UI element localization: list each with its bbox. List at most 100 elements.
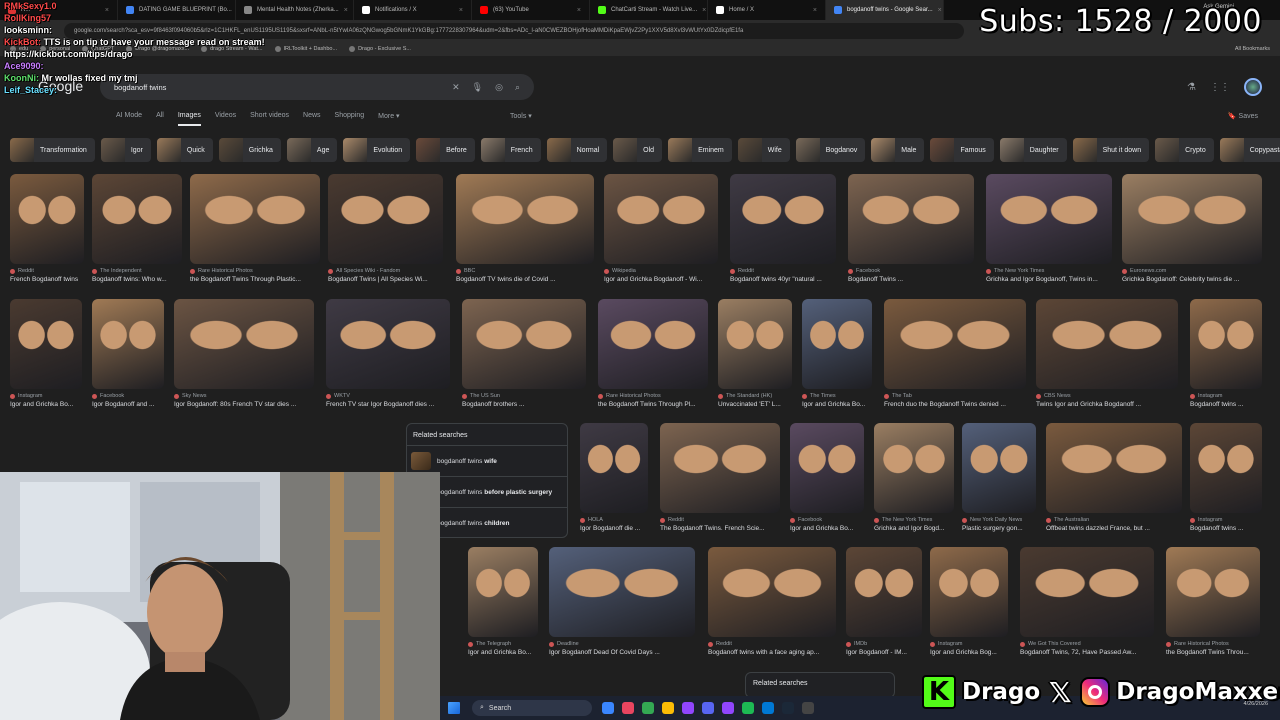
result-title[interactable]: Igor Bogdanoff: 80s French TV star dies … — [174, 401, 314, 408]
result-thumbnail[interactable] — [1046, 423, 1182, 513]
result-title[interactable]: Igor and Grichka Bo... — [468, 649, 538, 656]
result-title[interactable]: French TV star Igor Bogdanoff dies ... — [326, 401, 450, 408]
result-thumbnail[interactable] — [846, 547, 922, 637]
tab-videos[interactable]: Videos — [215, 112, 236, 126]
image-result[interactable]: Instagram Bogdanoff twins ... — [1190, 299, 1262, 408]
taskbar-search[interactable]: ⌕ Search — [472, 700, 592, 716]
image-result[interactable]: Rare Historical Photos the Bogdanoff Twin… — [598, 299, 708, 408]
result-thumbnail[interactable] — [718, 299, 792, 389]
result-title[interactable]: Bogdanoff twins with a face aging ap... — [708, 649, 836, 656]
tools-button[interactable]: Tools ▾ — [510, 112, 532, 120]
mic-icon[interactable]: 🎙 — [472, 82, 483, 93]
result-title[interactable]: Igor and Grichka Bogdanoff - Wi... — [604, 276, 718, 283]
result-title[interactable]: the Bogdanoff Twins Throu... — [1166, 649, 1260, 656]
image-result[interactable]: Facebook Bogdanoff Twins ... — [848, 174, 974, 283]
chip-old[interactable]: Old — [613, 138, 663, 162]
result-thumbnail[interactable] — [328, 174, 443, 264]
chip-grichka[interactable]: Grichka — [218, 138, 281, 162]
image-result[interactable]: CBS News Twins Igor and Grichka Bogdanoff… — [1036, 299, 1178, 408]
saves-button[interactable]: 🔖 Saves — [1228, 112, 1258, 120]
image-result[interactable]: Reddit French Bogdanoff twins — [10, 174, 84, 283]
result-title[interactable]: Grichka Bogdanoff: Celebrity twins die .… — [1122, 276, 1262, 283]
result-thumbnail[interactable] — [884, 299, 1026, 389]
taskbar-app-icon[interactable] — [662, 702, 674, 714]
chip-igor[interactable]: Igor — [100, 138, 151, 162]
result-thumbnail[interactable] — [1020, 547, 1154, 637]
tab-close-icon[interactable]: × — [813, 7, 817, 14]
result-thumbnail[interactable] — [962, 423, 1036, 513]
chip-daughter[interactable]: Daughter — [999, 138, 1067, 162]
bookmark-item[interactable]: Drago - Exclusive S... — [349, 46, 411, 52]
result-title[interactable]: French Bogdanoff twins — [10, 276, 84, 283]
image-result[interactable]: Wikipedia Igor and Grichka Bogdanoff - Wi… — [604, 174, 718, 283]
result-title[interactable]: Bogdanoff Twins, 72, Have Passed Aw... — [1020, 649, 1154, 656]
tab-more-[interactable]: More ▾ — [378, 112, 399, 126]
chip-copypasta[interactable]: Copypasta — [1219, 138, 1280, 162]
result-title[interactable]: Bogdanoff twins ... — [1190, 525, 1262, 532]
browser-tab[interactable]: (63) YouTube × — [472, 0, 590, 20]
image-result[interactable]: Facebook Igor Bogdanoff and ... — [92, 299, 164, 408]
browser-tab[interactable]: Notifications / X × — [354, 0, 472, 20]
search-icon[interactable]: ⌕ — [515, 82, 520, 93]
result-thumbnail[interactable] — [10, 299, 82, 389]
image-result[interactable]: HOLA Igor Bogdanoff die ... — [580, 423, 648, 532]
result-thumbnail[interactable] — [604, 174, 718, 264]
image-result[interactable]: New York Daily News Plastic surgery gon..… — [962, 423, 1036, 532]
browser-tab[interactable]: bogdanoff twins - Google Sear... × — [826, 0, 944, 20]
image-result[interactable]: Instagram Igor and Grichka Bo... — [10, 299, 82, 408]
result-thumbnail[interactable] — [549, 547, 695, 637]
taskbar-app-icon[interactable] — [762, 702, 774, 714]
taskbar-app-icon[interactable] — [702, 702, 714, 714]
image-result[interactable]: We Got This Covered Bogdanoff Twins, 72, … — [1020, 547, 1154, 656]
result-thumbnail[interactable] — [190, 174, 320, 264]
result-title[interactable]: Unvaccinated 'ET' L... — [718, 401, 792, 408]
taskbar-app-icon[interactable] — [602, 702, 614, 714]
result-thumbnail[interactable] — [598, 299, 708, 389]
lens-icon[interactable]: ◎ — [495, 82, 503, 93]
result-title[interactable]: The Bogdanoff Twins. French Scie... — [660, 525, 780, 532]
image-result[interactable]: The New York Times Grichka and Igor Bogda… — [986, 174, 1112, 283]
chip-male[interactable]: Male — [871, 138, 925, 162]
result-title[interactable]: French duo the Bogdanoff Twins denied ..… — [884, 401, 1026, 408]
image-result[interactable]: Sky News Igor Bogdanoff: 80s French TV st… — [174, 299, 314, 408]
result-title[interactable]: the Bogdanoff Twins Through Plastic... — [190, 276, 320, 283]
result-thumbnail[interactable] — [92, 299, 164, 389]
image-result[interactable]: The Telegraph Igor and Grichka Bo... — [468, 547, 538, 656]
result-thumbnail[interactable] — [986, 174, 1112, 264]
chip-famous[interactable]: Famous — [930, 138, 994, 162]
result-thumbnail[interactable] — [462, 299, 586, 389]
taskbar-app-icon[interactable] — [742, 702, 754, 714]
result-title[interactable]: Twins Igor and Grichka Bogdanoff ... — [1036, 401, 1178, 408]
all-bookmarks-button[interactable]: All Bookmarks — [1235, 46, 1270, 52]
tab-all[interactable]: All — [156, 112, 164, 126]
taskbar-app-icon[interactable] — [682, 702, 694, 714]
result-thumbnail[interactable] — [10, 174, 84, 264]
taskbar-app-icon[interactable] — [782, 702, 794, 714]
apps-grid-icon[interactable]: ⋮⋮ — [1210, 82, 1230, 93]
result-thumbnail[interactable] — [790, 423, 864, 513]
tab-short-videos[interactable]: Short videos — [250, 112, 289, 126]
result-thumbnail[interactable] — [874, 423, 954, 513]
tab-close-icon[interactable]: × — [702, 7, 706, 14]
result-thumbnail[interactable] — [174, 299, 314, 389]
result-title[interactable]: Igor Bogdanoff - IM... — [846, 649, 922, 656]
clear-icon[interactable]: ✕ — [452, 82, 460, 93]
chip-shut-it-down[interactable]: Shut it down — [1072, 138, 1150, 162]
windows-start-icon[interactable] — [448, 702, 460, 714]
result-title[interactable]: Bogdanoff Twins | All Species Wi... — [328, 276, 443, 283]
result-thumbnail[interactable] — [802, 299, 872, 389]
result-thumbnail[interactable] — [92, 174, 182, 264]
image-result[interactable]: IMDb Igor Bogdanoff - IM... — [846, 547, 922, 656]
image-result[interactable]: Deadline Igor Bogdanoff Dead Of Covid Day… — [549, 547, 695, 656]
tab-close-icon[interactable]: × — [459, 7, 463, 14]
result-title[interactable]: Grichka and Igor Bogdanoff, Twins in... — [986, 276, 1112, 283]
image-result[interactable]: The Standard (HK) Unvaccinated 'ET' L... — [718, 299, 792, 408]
result-title[interactable]: Bogdanoff twins: Who w... — [92, 276, 182, 283]
taskbar-app-icon[interactable] — [722, 702, 734, 714]
image-result[interactable]: Rare Historical Photos the Bogdanoff Twin… — [1166, 547, 1260, 656]
image-result[interactable]: The Independent Bogdanoff twins: Who w... — [92, 174, 182, 283]
result-thumbnail[interactable] — [1190, 299, 1262, 389]
image-result[interactable]: The Australian Offbeat twins dazzled Fran… — [1046, 423, 1182, 532]
image-result[interactable]: Rare Historical Photos the Bogdanoff Twin… — [190, 174, 320, 283]
labs-icon[interactable]: ⚗ — [1187, 82, 1196, 93]
